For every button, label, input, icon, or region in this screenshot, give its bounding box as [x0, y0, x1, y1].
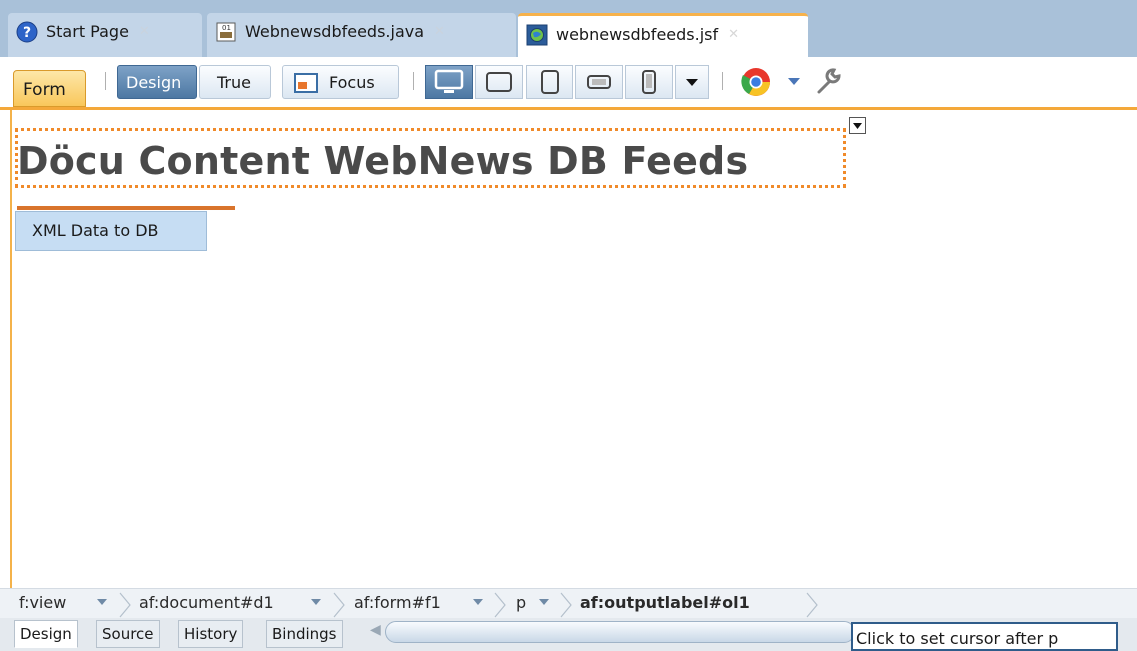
design-toggle-button[interactable]: Design	[117, 65, 197, 99]
breadcrumb-item[interactable]: p	[516, 593, 526, 613]
tab-label: webnewsdbfeeds.jsf	[556, 25, 719, 44]
horizontal-scrollbar[interactable]	[385, 621, 855, 643]
jsf-globe-icon	[526, 24, 548, 46]
breadcrumb-item-current[interactable]: af:outputlabel#ol1	[580, 593, 750, 613]
svg-text:01: 01	[222, 24, 231, 32]
phone-portrait-icon	[642, 70, 656, 94]
tab-source[interactable]: Source	[96, 620, 160, 648]
tablet-portrait-view-button[interactable]	[526, 65, 573, 99]
chevron-down-icon[interactable]	[472, 592, 484, 612]
chevron-down-icon[interactable]	[96, 592, 108, 612]
java-file-icon: 01	[215, 21, 237, 43]
phone-landscape-view-button[interactable]	[575, 65, 623, 99]
breadcrumb-separator-icon	[560, 592, 572, 618]
tablet-landscape-view-button[interactable]	[475, 65, 523, 99]
device-dropdown-button[interactable]	[675, 65, 709, 99]
breadcrumb-separator-icon	[119, 592, 131, 618]
phone-portrait-view-button[interactable]	[625, 65, 673, 99]
tab-history[interactable]: History	[178, 620, 244, 648]
scroll-left-icon[interactable]: ◀	[370, 622, 381, 638]
true-label: True	[217, 73, 251, 92]
breadcrumb-item[interactable]: f:view	[19, 593, 66, 613]
tablet-landscape-icon	[486, 72, 512, 92]
status-tooltip: Click to set cursor after p	[851, 622, 1118, 651]
breadcrumb-separator-icon	[494, 592, 506, 618]
panel-tab-indicator	[17, 206, 235, 210]
help-icon: ?	[16, 21, 38, 43]
chevron-down-icon[interactable]	[787, 76, 801, 86]
toolbar-separator	[722, 72, 723, 90]
tab-webnewsdbfeeds-java[interactable]: 01 Webnewsdbfeeds.java ✕	[207, 13, 516, 57]
tab-webnewsdbfeeds-jsf[interactable]: webnewsdbfeeds.jsf ✕	[518, 13, 808, 57]
tab-label: Start Page	[46, 22, 129, 41]
design-label: Design	[126, 73, 182, 92]
form-button[interactable]: Form	[13, 70, 86, 107]
component-menu-button[interactable]	[849, 117, 866, 134]
canvas-border	[10, 110, 12, 588]
button-label: XML Data to DB	[32, 221, 159, 240]
svg-text:?: ?	[23, 25, 31, 41]
chevron-down-icon[interactable]	[538, 592, 550, 612]
page-heading[interactable]: Döcu Content WebNews DB Feeds	[17, 138, 748, 184]
focus-label: Focus	[329, 73, 375, 92]
focus-button[interactable]: Focus	[282, 65, 399, 99]
status-text: Click to set cursor after p	[856, 629, 1059, 648]
wrench-icon[interactable]	[813, 66, 843, 96]
breadcrumb-separator-icon	[333, 592, 345, 618]
breadcrumb-item[interactable]: af:document#d1	[139, 593, 274, 613]
chrome-icon[interactable]	[739, 66, 773, 98]
close-icon[interactable]: ✕	[434, 21, 445, 43]
breadcrumb-separator-icon	[806, 592, 818, 618]
tablet-portrait-icon	[540, 70, 559, 94]
tab-label: Webnewsdbfeeds.java	[245, 22, 425, 41]
breadcrumb-item[interactable]: af:form#f1	[354, 593, 441, 613]
chevron-down-icon[interactable]	[310, 592, 322, 612]
tab-start-page[interactable]: ? Start Page ✕	[8, 13, 202, 57]
focus-icon	[294, 73, 318, 93]
true-toggle-button[interactable]: True	[199, 65, 271, 99]
toolbar-separator	[413, 72, 414, 90]
desktop-icon	[434, 69, 464, 93]
tab-design[interactable]: Design	[14, 620, 78, 648]
close-icon[interactable]: ✕	[728, 24, 739, 46]
phone-landscape-icon	[587, 75, 611, 89]
form-label: Form	[23, 80, 66, 100]
xml-data-to-db-button[interactable]: XML Data to DB	[15, 211, 207, 251]
tab-bindings[interactable]: Bindings	[266, 620, 343, 648]
desktop-view-button[interactable]	[425, 65, 473, 99]
chevron-down-icon	[686, 79, 698, 86]
close-icon[interactable]: ✕	[139, 21, 150, 43]
toolbar-separator	[105, 72, 106, 90]
chevron-down-icon	[853, 122, 862, 129]
